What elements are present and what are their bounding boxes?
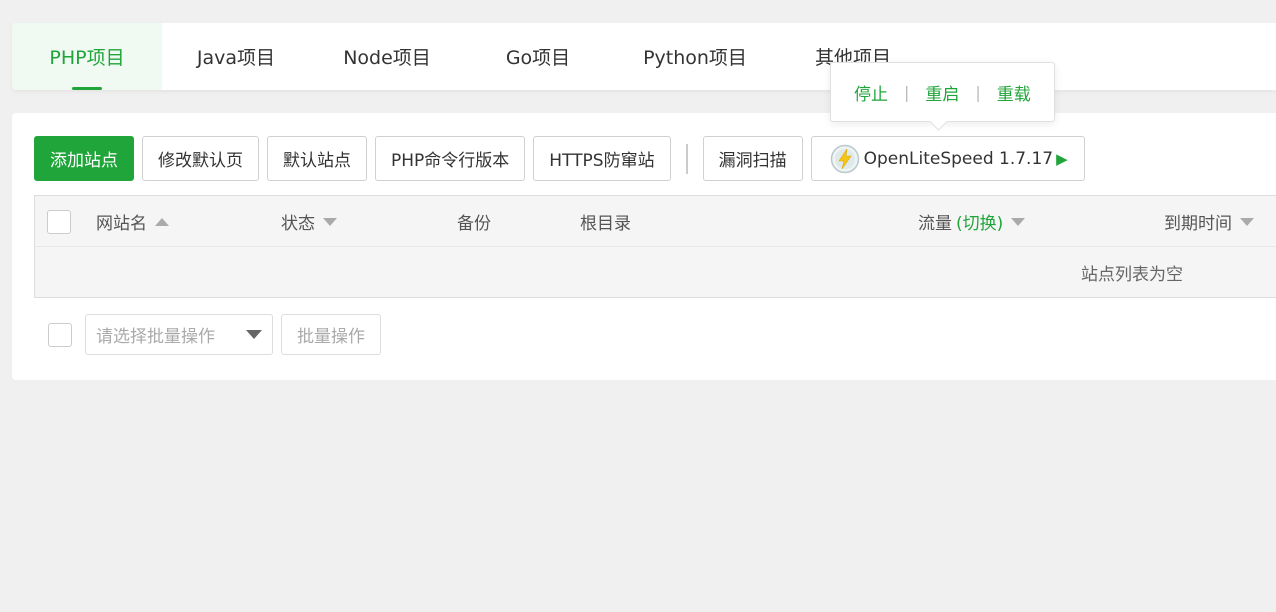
- tab-go[interactable]: Go项目: [464, 23, 612, 90]
- tab-node[interactable]: Node项目: [310, 23, 464, 90]
- edit-default-page-button[interactable]: 修改默认页: [142, 136, 259, 181]
- site-table: 网站名 状态 备份 根目录 流量 (切换) 到期时间 站点列表为空: [34, 195, 1276, 298]
- toolbar-divider: [685, 143, 688, 174]
- popover-separator: |: [904, 82, 910, 102]
- sort-desc-icon: [1240, 217, 1254, 226]
- stop-link[interactable]: 停止: [854, 80, 888, 105]
- column-backup: 备份: [457, 196, 491, 247]
- chevron-down-icon: [246, 330, 262, 339]
- restart-link[interactable]: 重启: [925, 80, 959, 105]
- running-play-icon: ▶: [1056, 149, 1068, 168]
- column-backup-label: 备份: [457, 214, 491, 234]
- column-traffic[interactable]: 流量 (切换): [918, 196, 1026, 247]
- empty-state-text: 站点列表为空: [1081, 265, 1183, 285]
- project-tabbar: PHP项目 Java项目 Node项目 Go项目 Python项目 其他项目: [12, 23, 1276, 90]
- batch-operation-button[interactable]: 批量操作: [281, 314, 381, 355]
- column-status-label: 状态: [281, 214, 315, 234]
- column-root-dir-label: 根目录: [580, 214, 631, 234]
- vuln-scan-button[interactable]: 漏洞扫描: [702, 136, 803, 181]
- reload-link[interactable]: 重载: [997, 80, 1031, 105]
- default-site-button[interactable]: 默认站点: [267, 136, 367, 181]
- column-status[interactable]: 状态: [281, 196, 337, 247]
- php-cli-version-button[interactable]: PHP命令行版本: [375, 136, 526, 181]
- traffic-toggle-link[interactable]: (切换): [956, 209, 1003, 234]
- server-name-label: OpenLiteSpeed 1.7.17: [863, 148, 1054, 169]
- batch-operation-select[interactable]: 请选择批量操作: [85, 314, 273, 355]
- https-anti-hijack-button[interactable]: HTTPS防窜站: [533, 136, 671, 181]
- column-expire-label: 到期时间: [1164, 214, 1232, 234]
- server-status-button[interactable]: OpenLiteSpeed 1.7.17 ▶: [810, 136, 1085, 181]
- sort-desc-icon: [323, 217, 337, 226]
- openlitespeed-logo-icon: [830, 144, 859, 173]
- batch-operations-bar: 请选择批量操作 批量操作: [48, 314, 389, 355]
- select-all-checkbox[interactable]: [47, 209, 71, 234]
- tab-java[interactable]: Java项目: [162, 23, 310, 90]
- column-site-name[interactable]: 网站名: [96, 196, 169, 247]
- batch-select-placeholder: 请选择批量操作: [96, 327, 215, 347]
- select-all-cell: [47, 196, 71, 247]
- site-list-panel: 添加站点 修改默认页 默认站点 PHP命令行版本 HTTPS防窜站 漏洞扫描 O…: [12, 113, 1276, 380]
- batch-select-checkbox[interactable]: [48, 322, 72, 347]
- column-site-name-label: 网站名: [96, 214, 147, 234]
- popover-separator: |: [975, 82, 981, 102]
- table-empty-row: 站点列表为空: [35, 247, 1276, 297]
- tab-python[interactable]: Python项目: [612, 23, 778, 90]
- sort-asc-icon: [155, 217, 169, 226]
- server-control-popover: 停止 | 重启 | 重载: [830, 62, 1055, 122]
- tab-php[interactable]: PHP项目: [12, 23, 162, 90]
- table-header: 网站名 状态 备份 根目录 流量 (切换) 到期时间: [35, 196, 1276, 247]
- column-expire[interactable]: 到期时间: [1164, 196, 1254, 247]
- site-toolbar: 添加站点 修改默认页 默认站点 PHP命令行版本 HTTPS防窜站 漏洞扫描 O…: [34, 136, 1093, 181]
- add-site-button[interactable]: 添加站点: [34, 136, 134, 181]
- sort-desc-icon: [1011, 217, 1026, 226]
- column-traffic-label: 流量: [918, 214, 952, 234]
- column-root-dir: 根目录: [580, 196, 631, 247]
